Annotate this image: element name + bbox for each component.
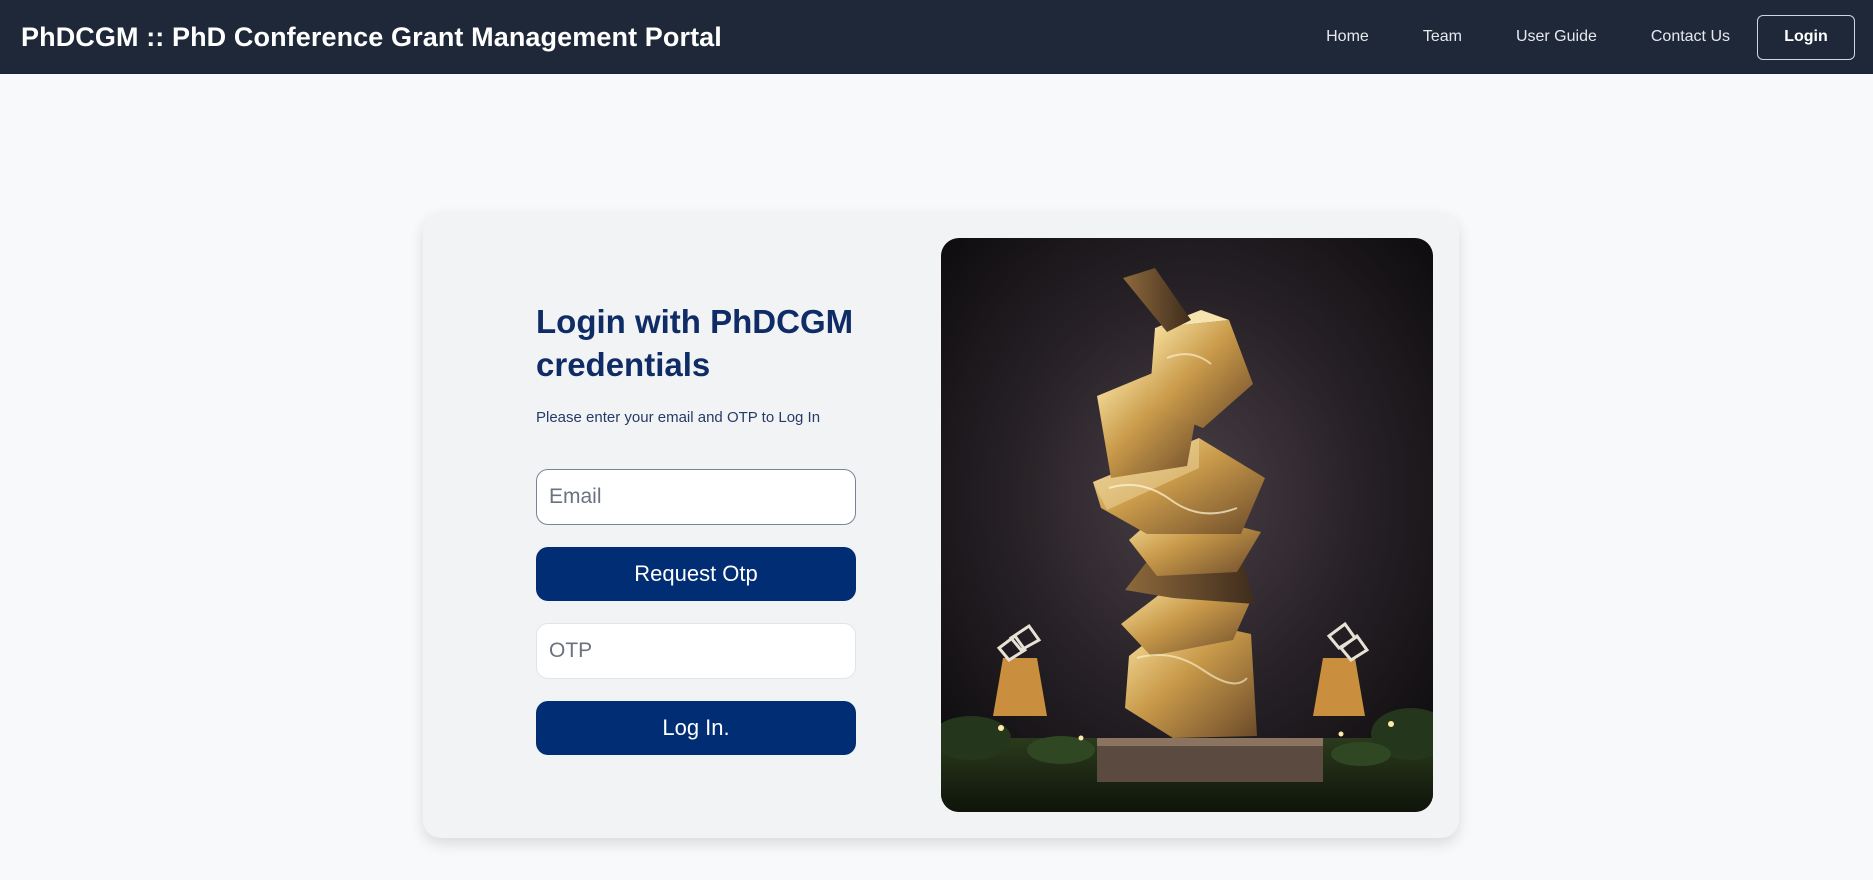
sculpture-illustration — [941, 238, 1433, 812]
login-form: Login with PhDCGM credentials Please ent… — [536, 300, 856, 755]
nav-home-link[interactable]: Home — [1326, 28, 1369, 46]
login-title: Login with PhDCGM credentials — [536, 303, 854, 383]
request-otp-button[interactable]: Request Otp — [536, 547, 856, 601]
login-card: Login with PhDCGM credentials Please ent… — [423, 212, 1459, 838]
nav-user-guide-link[interactable]: User Guide — [1516, 28, 1597, 46]
log-in-button[interactable]: Log In. — [536, 701, 856, 755]
nav-team-link[interactable]: Team — [1423, 28, 1462, 46]
brand-title[interactable]: PhDCGM :: PhD Conference Grant Managemen… — [21, 22, 722, 53]
nav-login-button[interactable]: Login — [1757, 14, 1855, 60]
nav-links: Home Team User Guide Contact Us Login — [1299, 14, 1855, 60]
login-subtitle: Please enter your email and OTP to Log I… — [536, 409, 821, 426]
email-input[interactable] — [536, 469, 856, 525]
campus-sculpture-photo — [941, 238, 1433, 812]
nav-contact-us-link[interactable]: Contact Us — [1651, 28, 1730, 46]
top-navbar: PhDCGM :: PhD Conference Grant Managemen… — [0, 0, 1873, 74]
otp-input[interactable] — [536, 623, 856, 679]
